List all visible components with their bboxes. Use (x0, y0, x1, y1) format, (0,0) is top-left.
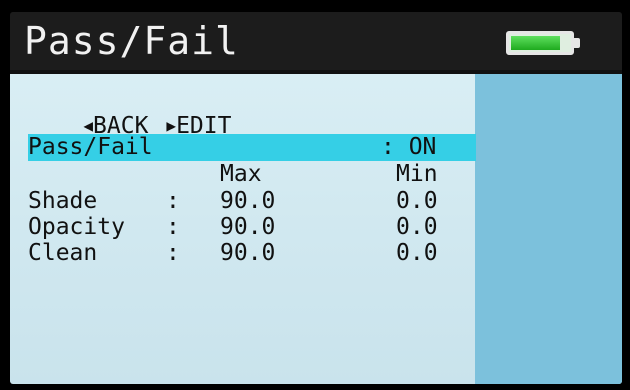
battery-tip (574, 38, 580, 48)
setting-value: : ON (381, 134, 437, 160)
title-bar: Pass/Fail (10, 12, 622, 70)
row-min-value: 0.0 (396, 188, 438, 214)
row-separator: : (166, 188, 180, 214)
row-min-value: 0.0 (396, 214, 438, 240)
row-max-value: 90.0 (220, 240, 276, 266)
row-label: Opacity (28, 214, 125, 240)
battery-icon (506, 31, 574, 55)
row-max-value: 90.0 (220, 214, 276, 240)
row-separator: : (166, 214, 180, 240)
row-max-value: 90.0 (220, 188, 276, 214)
column-header-min: Min (396, 161, 438, 187)
row-min-value: 0.0 (396, 240, 438, 266)
row-label: Shade (28, 188, 98, 214)
setting-label: Pass/Fail (28, 134, 153, 160)
row-label: Clean (28, 240, 98, 266)
page-title: Pass/Fail (24, 19, 239, 63)
device-screen: Pass/Fail ◀BACK ▶EDIT Pass/Fail : ON Max … (10, 12, 622, 384)
side-panel (475, 74, 622, 384)
column-header-max: Max (220, 161, 262, 187)
row-separator: : (166, 240, 180, 266)
battery-level-fill (511, 36, 560, 50)
